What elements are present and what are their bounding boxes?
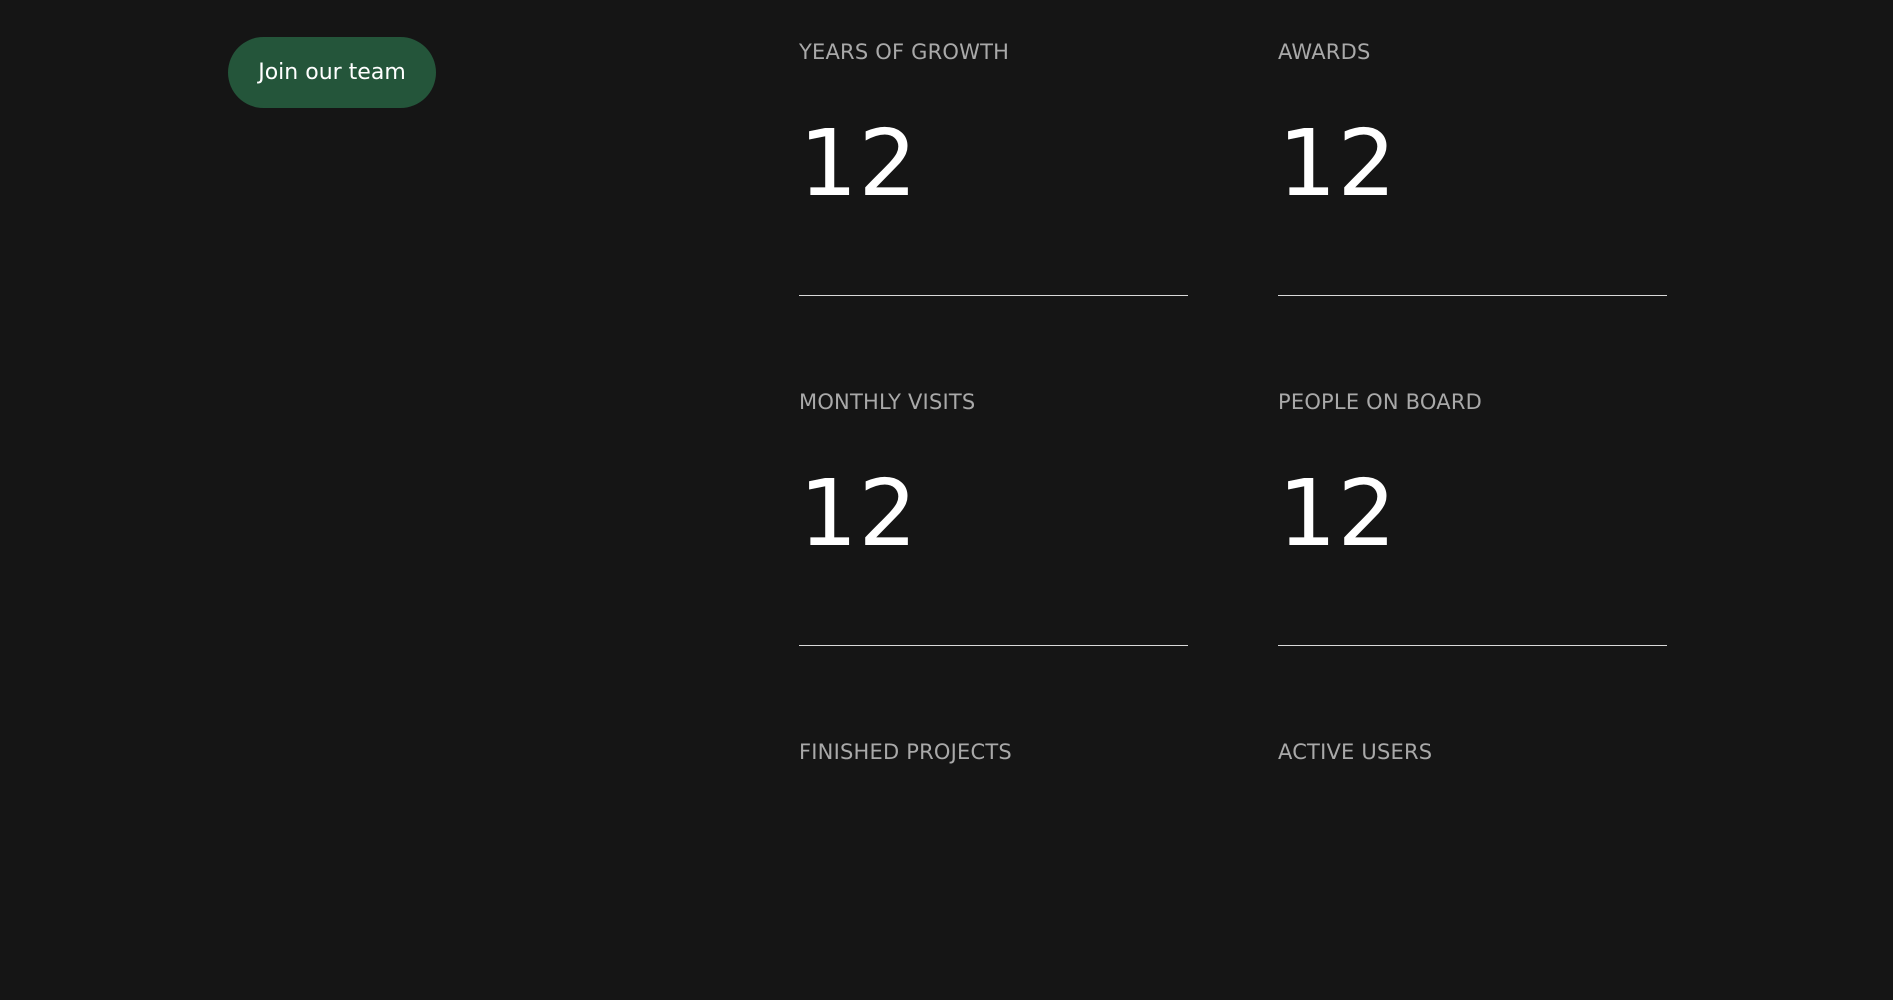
stat-awards: AWARDS 12 xyxy=(1278,0,1668,300)
stat-label: PEOPLE ON BOARD xyxy=(1278,390,1483,414)
stat-divider xyxy=(1278,645,1667,646)
stat-value: 12 xyxy=(1278,460,1398,567)
stat-value: 12 xyxy=(799,110,919,217)
stat-label: YEARS OF GROWTH xyxy=(799,40,1010,64)
stat-divider xyxy=(1278,295,1667,296)
stat-finished-projects: FINISHED PROJECTS xyxy=(799,700,1189,1000)
stat-people-on-board: PEOPLE ON BOARD 12 xyxy=(1278,350,1668,650)
stat-divider xyxy=(799,295,1188,296)
stat-monthly-visits: MONTHLY VISITS 12 xyxy=(799,350,1189,650)
stat-label: AWARDS xyxy=(1278,40,1371,64)
stat-years-of-growth: YEARS OF GROWTH 12 xyxy=(799,0,1189,300)
stat-label: ACTIVE USERS xyxy=(1278,740,1433,764)
stat-label: MONTHLY VISITS xyxy=(799,390,976,414)
stats-grid: YEARS OF GROWTH 12 AWARDS 12 MONTHLY VIS… xyxy=(799,0,1669,831)
stat-divider xyxy=(799,645,1188,646)
join-our-team-button[interactable]: Join our team xyxy=(228,37,436,108)
stat-label: FINISHED PROJECTS xyxy=(799,740,1012,764)
stat-active-users: ACTIVE USERS xyxy=(1278,700,1668,1000)
stat-value: 12 xyxy=(1278,110,1398,217)
stat-value: 12 xyxy=(799,460,919,567)
join-our-team-label: Join our team xyxy=(258,60,406,85)
